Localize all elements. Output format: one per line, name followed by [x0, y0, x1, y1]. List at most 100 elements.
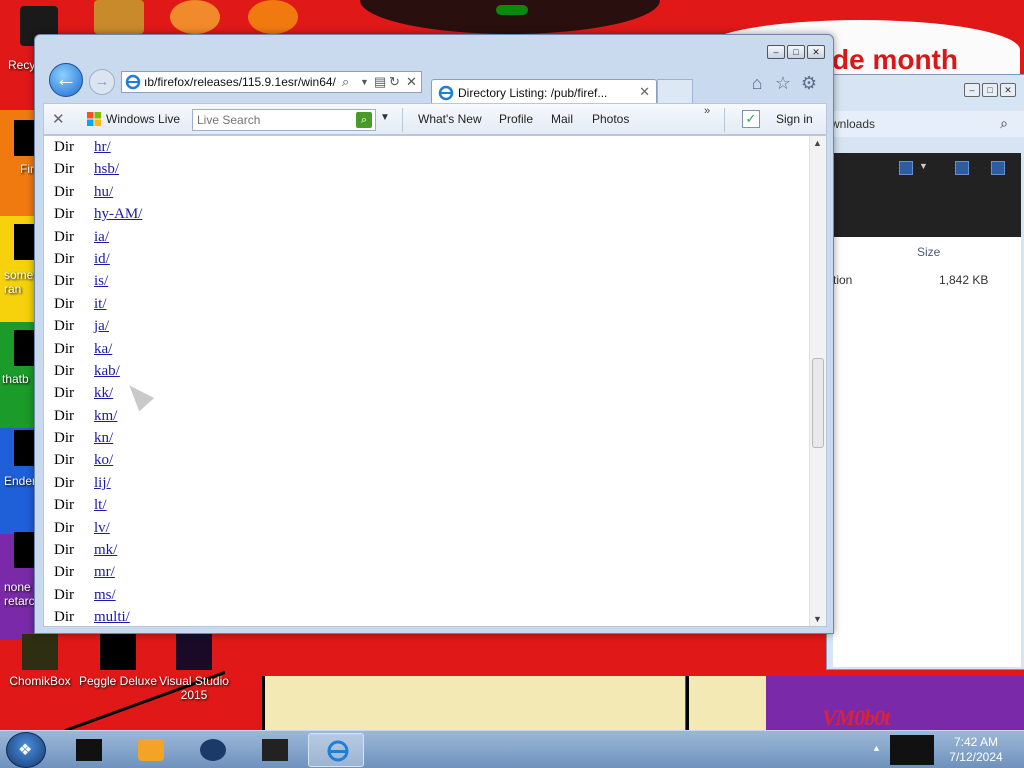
- desktop-icon-ender[interactable]: [14, 430, 36, 466]
- live-search-input[interactable]: [192, 109, 376, 131]
- directory-link[interactable]: ko/: [94, 452, 113, 468]
- chevron-down-icon[interactable]: ▼: [380, 112, 390, 123]
- browser-command-icons: ⌂ ☆ ⚙: [747, 73, 819, 93]
- forward-button[interactable]: →: [89, 69, 115, 95]
- directory-link[interactable]: ja/: [94, 318, 109, 334]
- desktop-icon-peggle[interactable]: Peggle Deluxe: [78, 634, 158, 688]
- file-row-name[interactable]: tion: [833, 273, 852, 287]
- close-icon[interactable]: ✕: [807, 45, 825, 59]
- directory-link[interactable]: ka/: [94, 341, 112, 357]
- chevron-down-icon[interactable]: ▼: [919, 161, 928, 171]
- taskbar-clock[interactable]: 7:42 AM 7/12/2024: [946, 735, 1006, 765]
- new-tab-button[interactable]: [657, 79, 693, 105]
- directory-link[interactable]: hy-AM/: [94, 206, 142, 222]
- directory-link[interactable]: lv/: [94, 520, 110, 536]
- maximize-icon[interactable]: □: [787, 45, 805, 59]
- visual-studio-icon: [176, 634, 212, 670]
- desktop-icon-top-3[interactable]: [248, 0, 298, 34]
- directory-link[interactable]: kn/: [94, 430, 113, 446]
- taskbar-item-media-player[interactable]: [122, 733, 178, 767]
- directory-link[interactable]: hsb/: [94, 161, 119, 177]
- address-url[interactable]: ıb/firefox/releases/115.9.1esr/win64/: [144, 75, 340, 89]
- close-toolbar-icon[interactable]: ✕: [52, 110, 65, 128]
- desktop-icon-top-2[interactable]: [170, 0, 220, 34]
- taskbar-item-notepad[interactable]: [246, 733, 302, 767]
- directory-link[interactable]: km/: [94, 408, 117, 424]
- search-icon[interactable]: ⌕: [356, 112, 372, 128]
- column-header-size[interactable]: Size: [917, 245, 940, 259]
- browser-window[interactable]: – □ ✕ ← → ıb/firefox/releases/115.9.1esr…: [34, 34, 834, 634]
- desktop-icon-none[interactable]: [14, 532, 36, 568]
- compatibility-view-icon[interactable]: ▤: [374, 74, 386, 90]
- directory-link[interactable]: id/: [94, 251, 110, 267]
- directory-link[interactable]: kk/: [94, 385, 113, 401]
- minimize-icon[interactable]: –: [767, 45, 785, 59]
- link-mail[interactable]: Mail: [551, 112, 573, 126]
- home-icon[interactable]: ⌂: [747, 73, 767, 93]
- taskbar-item-internet-explorer[interactable]: [308, 733, 364, 767]
- directory-link[interactable]: ia/: [94, 229, 109, 245]
- link-profile[interactable]: Profile: [499, 112, 533, 126]
- chevron-more-icon[interactable]: »: [704, 105, 710, 117]
- preview-icon[interactable]: [955, 161, 969, 175]
- desktop-icon-chomikbox[interactable]: ChomikBox: [0, 634, 80, 688]
- tab-directory-listing[interactable]: Directory Listing: /pub/firef... ✕: [431, 79, 657, 105]
- explorer-window-background[interactable]: – □ ✕ wnloads ⌕ ▼ Size tion 1,842 KB: [826, 74, 1024, 670]
- desktop-icon-top-1[interactable]: [94, 0, 144, 34]
- directory-link[interactable]: lt/: [94, 497, 107, 513]
- explorer-address-text[interactable]: wnloads: [827, 111, 1024, 137]
- minimize-icon[interactable]: –: [964, 83, 980, 97]
- back-button[interactable]: ←: [49, 63, 83, 97]
- stop-icon[interactable]: ✕: [406, 74, 417, 90]
- search-icon[interactable]: ⌕: [1000, 115, 1008, 132]
- directory-link[interactable]: ms/: [94, 587, 116, 603]
- listing-row: Dir hr/: [54, 136, 142, 158]
- checkbox-icon[interactable]: ✓: [742, 110, 760, 128]
- refresh-icon[interactable]: ↻: [389, 74, 400, 90]
- directory-link[interactable]: it/: [94, 296, 107, 312]
- listing-row: Dir ms/: [54, 584, 142, 606]
- directory-link[interactable]: lij/: [94, 475, 111, 491]
- desktop-label-fir[interactable]: Fir: [20, 162, 34, 176]
- taskbar-item-app[interactable]: [184, 733, 240, 767]
- desktop-icon-thatb[interactable]: [14, 330, 36, 366]
- directory-link[interactable]: hu/: [94, 184, 113, 200]
- close-tab-icon[interactable]: ✕: [639, 84, 650, 100]
- scrollbar-thumb[interactable]: [812, 358, 824, 448]
- scroll-up-icon[interactable]: ▲: [813, 138, 822, 148]
- chevron-down-icon[interactable]: ▼: [360, 77, 369, 87]
- desktop-icon-some[interactable]: [14, 224, 36, 260]
- directory-link[interactable]: kab/: [94, 363, 120, 379]
- scroll-down-icon[interactable]: ▼: [813, 614, 822, 624]
- directory-link[interactable]: hr/: [94, 139, 111, 155]
- desktop-label-thatb[interactable]: thatb: [2, 372, 29, 386]
- link-photos[interactable]: Photos: [592, 112, 629, 126]
- close-icon[interactable]: ✕: [1000, 83, 1016, 97]
- listing-row: Dir lv/: [54, 517, 142, 539]
- directory-link[interactable]: mr/: [94, 564, 115, 580]
- sign-in-link[interactable]: Sign in: [776, 112, 813, 126]
- directory-link[interactable]: multi/: [94, 609, 130, 625]
- address-bar[interactable]: ıb/firefox/releases/115.9.1esr/win64/ ⌕ …: [121, 71, 422, 93]
- desktop-label-recycle[interactable]: Recy: [8, 58, 35, 72]
- tray-webcam-icon[interactable]: [890, 735, 934, 765]
- favorites-star-icon[interactable]: ☆: [773, 73, 793, 93]
- link-whats-new[interactable]: What's New: [418, 112, 482, 126]
- taskbar-item-terminal[interactable]: [60, 733, 116, 767]
- maximize-icon[interactable]: □: [982, 83, 998, 97]
- desktop-icon-visual-studio[interactable]: Visual Studio 2015: [154, 634, 234, 702]
- directory-link[interactable]: mk/: [94, 542, 117, 558]
- help-icon[interactable]: [991, 161, 1005, 175]
- windows-live-menu[interactable]: Windows Live: [106, 112, 180, 126]
- tray-expand-icon[interactable]: ▲: [872, 743, 881, 753]
- desktop-label-ender[interactable]: Ender: [4, 474, 36, 488]
- search-icon[interactable]: ⌕: [342, 74, 349, 90]
- vertical-scrollbar[interactable]: ▲ ▼: [809, 136, 826, 626]
- toolbar-divider: [724, 108, 725, 132]
- directory-link[interactable]: is/: [94, 273, 108, 289]
- desktop-label-some[interactable]: some ran: [4, 268, 38, 296]
- view-icon[interactable]: [899, 161, 913, 175]
- desktop-icon-fir[interactable]: [14, 120, 36, 156]
- start-button[interactable]: ❖: [6, 732, 46, 768]
- gear-icon[interactable]: ⚙: [799, 73, 819, 93]
